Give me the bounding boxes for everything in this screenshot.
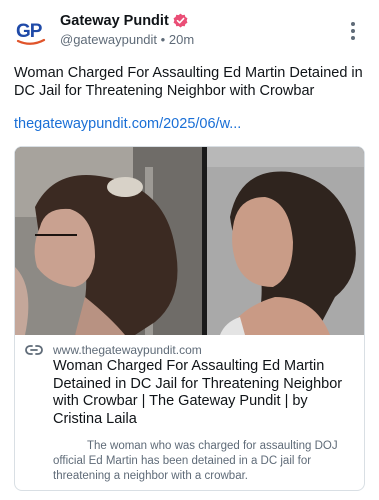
verified-badge-icon <box>173 13 188 28</box>
post-link[interactable]: thegatewaypundit.com/2025/06/w... <box>14 116 241 132</box>
card-domain: www.thegatewaypundit.com <box>53 343 202 357</box>
account-meta: @gatewaypundit • 20m <box>60 32 194 47</box>
more-vertical-icon[interactable] <box>346 20 360 42</box>
meta-separator: • <box>160 32 166 47</box>
post-header: GP Gateway Pundit @gatewaypundit • 20m <box>0 0 379 60</box>
post-timestamp[interactable]: 20m <box>169 32 194 47</box>
card-description: The woman who was charged for assaulting… <box>53 440 338 482</box>
card-footer: www.thegatewaypundit.com Woman Charged F… <box>15 335 364 490</box>
gateway-pundit-logo-icon: GP <box>16 21 46 45</box>
account-handle[interactable]: @gatewaypundit <box>60 32 157 47</box>
avatar[interactable]: GP <box>14 14 48 48</box>
thumbnail-image <box>15 147 364 335</box>
account-name-text: Gateway Pundit <box>60 13 169 29</box>
link-icon <box>25 345 43 355</box>
card-title[interactable]: Woman Charged For Assaulting Ed Martin D… <box>53 358 358 428</box>
account-name[interactable]: Gateway Pundit <box>60 13 188 29</box>
post-text: Woman Charged For Assaulting Ed Martin D… <box>14 65 363 99</box>
link-preview-card[interactable]: www.thegatewaypundit.com Woman Charged F… <box>14 146 365 491</box>
avatar-initials: GP <box>16 21 43 42</box>
card-thumbnail <box>15 147 364 335</box>
